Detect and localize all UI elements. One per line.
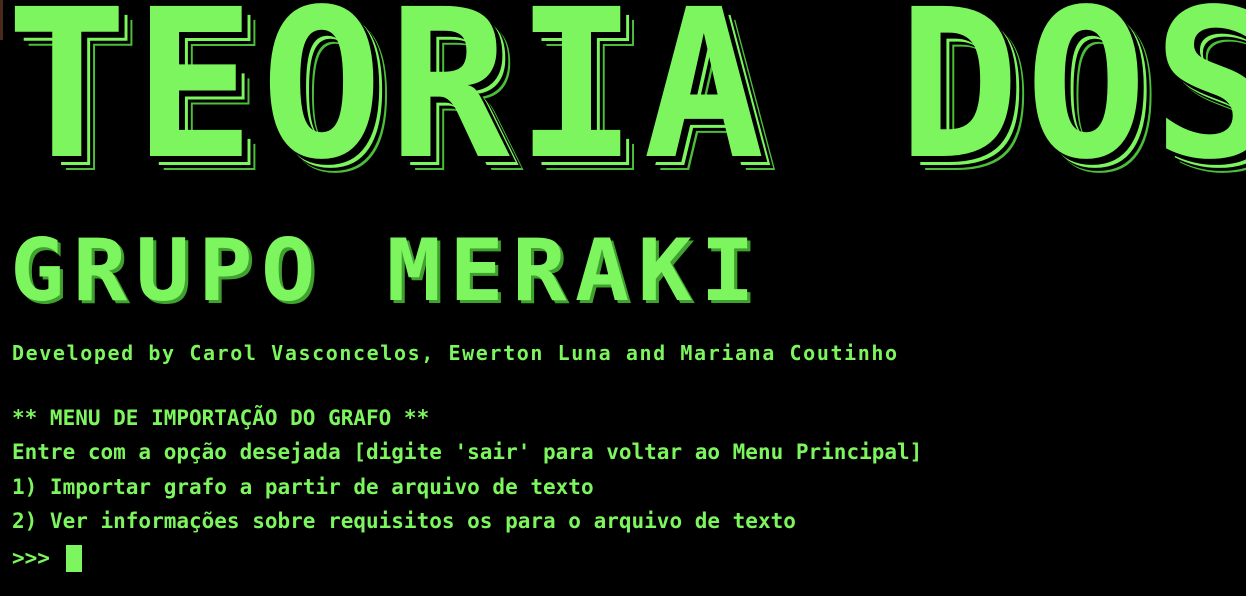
menu-option-info: 2) Ver informações sobre requisitos os p… xyxy=(12,509,796,533)
ascii-subtitle-banner: GRUPO MERAKI xyxy=(10,221,764,321)
window-edge xyxy=(0,0,3,40)
input-prompt-line[interactable]: >>> xyxy=(12,545,82,572)
ascii-title-banner: TEORIA DOS xyxy=(6,0,1246,188)
menu-instruction: Entre com a opção desejada [digite 'sair… xyxy=(12,440,923,464)
menu-title: ** MENU DE IMPORTAÇÃO DO GRAFO ** xyxy=(12,406,430,430)
text-cursor xyxy=(65,545,82,572)
prompt-symbol: >>> xyxy=(12,546,50,570)
credits-text: Developed by Carol Vasconcelos, Ewerton … xyxy=(12,341,899,365)
terminal-window[interactable]: TEORIA DOS GRUPO MERAKI Developed by Car… xyxy=(0,0,1246,596)
menu-option-import: 1) Importar grafo a partir de arquivo de… xyxy=(12,475,594,499)
